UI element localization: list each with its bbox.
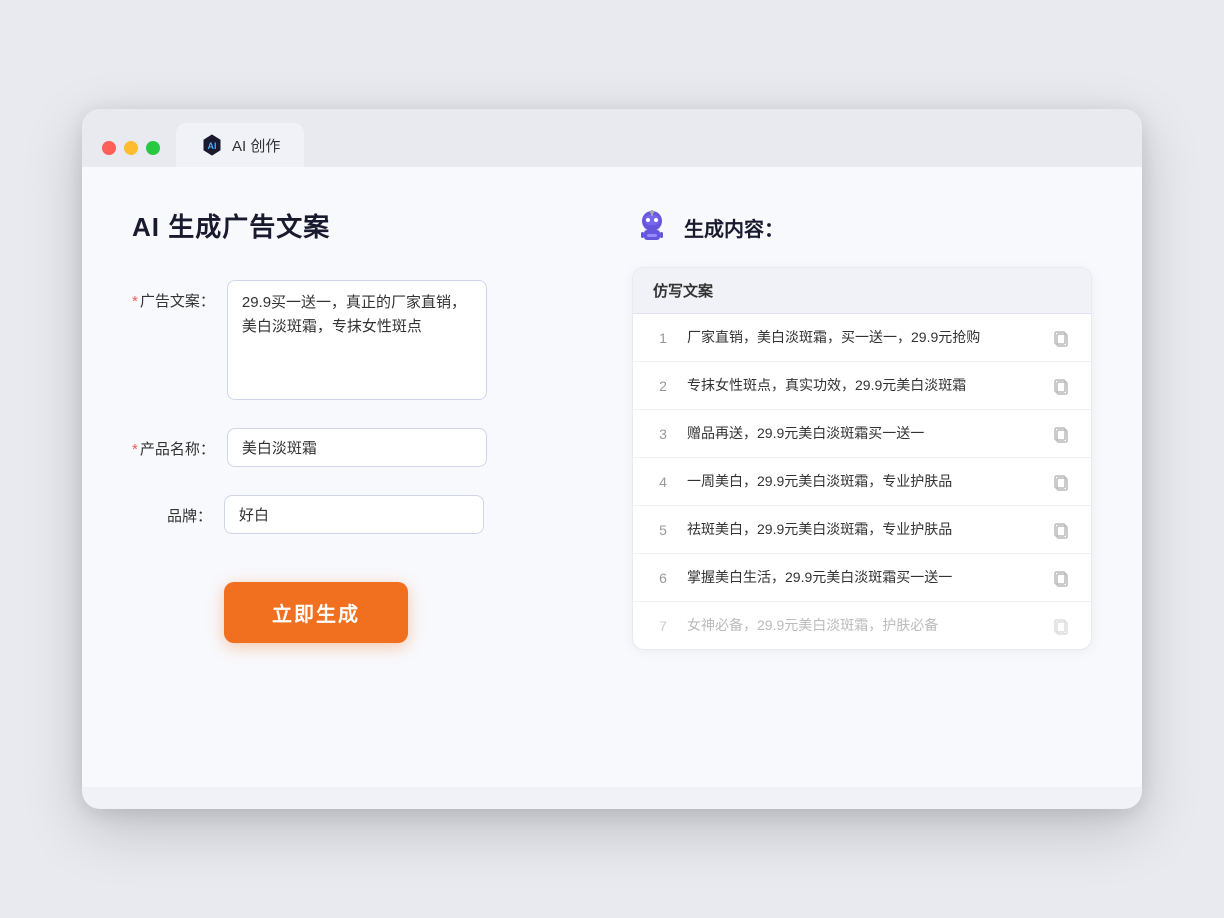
page-title: AI 生成广告文案 <box>132 207 592 244</box>
copy-icon-6[interactable] <box>1051 568 1071 588</box>
close-button[interactable] <box>102 141 116 155</box>
required-star-1: * <box>132 293 138 310</box>
generate-button[interactable]: 立即生成 <box>224 582 408 643</box>
content-area: AI 生成广告文案 *广告文案： *产品名称： 品牌： <box>82 167 1142 787</box>
form-group-ad-copy: *广告文案： <box>132 280 592 400</box>
result-header: 生成内容： <box>632 207 1092 247</box>
table-row: 6 掌握美白生活，29.9元美白淡斑霜买一送一 <box>633 554 1091 602</box>
results-table: 仿写文案 1 厂家直销，美白淡斑霜，买一送一，29.9元抢购 2 专抹女性斑点，… <box>632 267 1092 650</box>
table-row: 7 女神必备，29.9元美白淡斑霜，护肤必备 <box>633 602 1091 649</box>
required-star-2: * <box>132 441 138 458</box>
label-ad-copy: *广告文案： <box>132 280 215 311</box>
copy-icon-4[interactable] <box>1051 472 1071 492</box>
result-title: 生成内容： <box>684 213 784 242</box>
table-header: 仿写文案 <box>633 268 1091 314</box>
ai-tab-icon: AI <box>200 133 224 157</box>
copy-icon-5[interactable] <box>1051 520 1071 540</box>
tab-label: AI 创作 <box>232 135 280 156</box>
label-brand: 品牌： <box>132 495 212 526</box>
right-panel: 生成内容： 仿写文案 1 厂家直销，美白淡斑霜，买一送一，29.9元抢购 2 专… <box>632 207 1092 737</box>
table-row: 1 厂家直销，美白淡斑霜，买一送一，29.9元抢购 <box>633 314 1091 362</box>
left-panel: AI 生成广告文案 *广告文案： *产品名称： 品牌： <box>132 207 592 737</box>
table-row: 2 专抹女性斑点，真实功效，29.9元美白淡斑霜 <box>633 362 1091 410</box>
table-row: 4 一周美白，29.9元美白淡斑霜，专业护肤品 <box>633 458 1091 506</box>
copy-icon-2[interactable] <box>1051 376 1071 396</box>
label-product-name: *产品名称： <box>132 428 215 459</box>
brand-input[interactable] <box>224 495 484 534</box>
tab-ai-create[interactable]: AI AI 创作 <box>176 123 304 167</box>
copy-icon-3[interactable] <box>1051 424 1071 444</box>
copy-icon-1[interactable] <box>1051 328 1071 348</box>
browser-window: AI AI 创作 AI 生成广告文案 *广告文案： *产品名称： <box>82 109 1142 809</box>
window-controls <box>102 141 160 167</box>
maximize-button[interactable] <box>146 141 160 155</box>
form-group-brand: 品牌： <box>132 495 592 534</box>
product-name-input[interactable] <box>227 428 487 467</box>
form-group-product-name: *产品名称： <box>132 428 592 467</box>
copy-icon-7[interactable] <box>1051 616 1071 636</box>
table-row: 3 赠品再送，29.9元美白淡斑霜买一送一 <box>633 410 1091 458</box>
ad-copy-textarea[interactable] <box>227 280 487 400</box>
robot-icon <box>632 207 672 247</box>
table-row: 5 祛斑美白，29.9元美白淡斑霜，专业护肤品 <box>633 506 1091 554</box>
svg-text:AI: AI <box>208 141 217 151</box>
minimize-button[interactable] <box>124 141 138 155</box>
title-bar: AI AI 创作 <box>82 109 1142 167</box>
